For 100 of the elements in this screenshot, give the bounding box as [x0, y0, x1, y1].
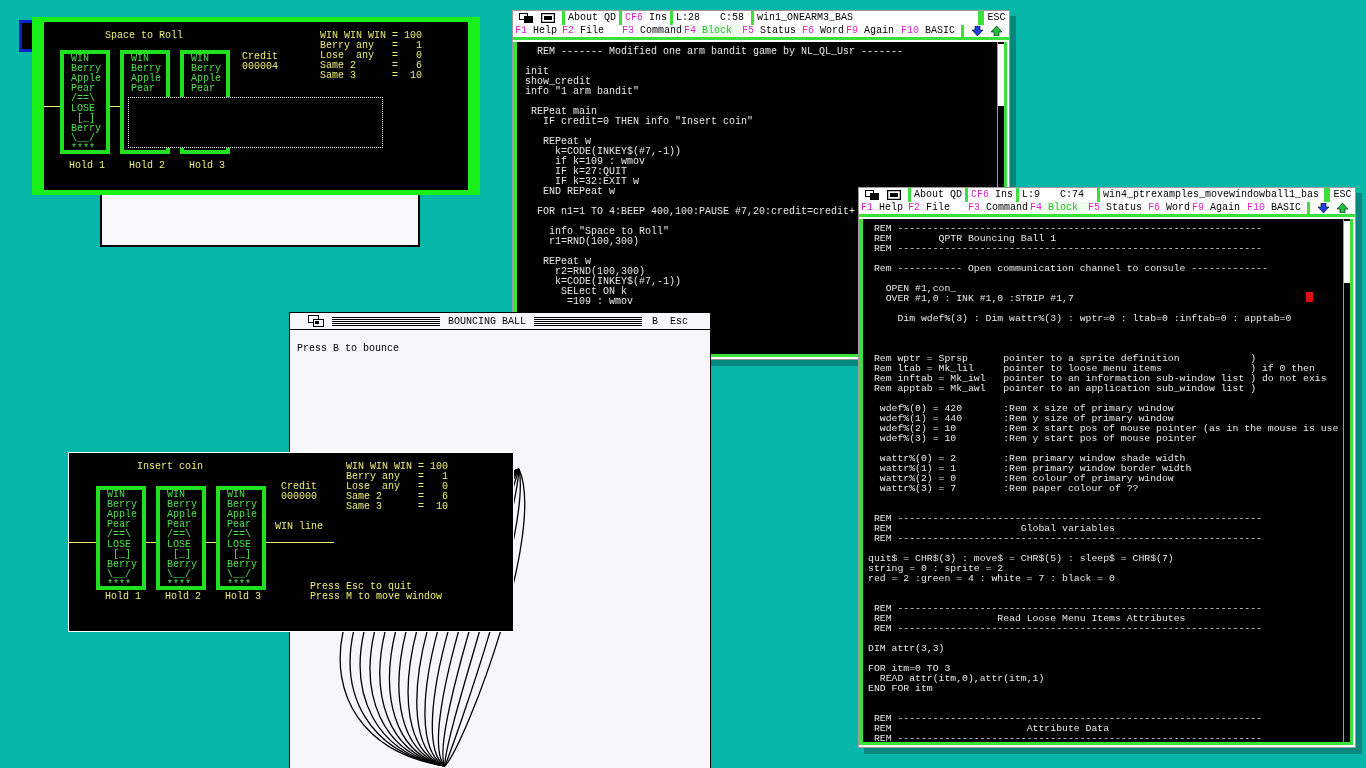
reel-symbol: [_]: [112, 550, 132, 560]
screen-icon[interactable]: [887, 190, 901, 200]
instruction-text: Press Esc to quit: [310, 582, 413, 592]
payout-row: Berry any = 1: [320, 41, 423, 51]
code-line: string = 0 : sprite = 2: [868, 564, 1004, 574]
file-name: win4_ptrexamples_movewindowball1_bas: [1100, 188, 1327, 202]
about-button[interactable]: About QD: [565, 11, 622, 25]
code-line: REM ------- Modified one arm bandit game by NL_QL_Usr -------: [536, 47, 904, 57]
code-line: IF k=27:QUIT: [554, 167, 628, 177]
payout-row: Lose any = 0: [346, 482, 449, 492]
key-button[interactable]: Esc: [668, 315, 691, 327]
code-line: wdef%(2) = 10 :Rem x start pos of mouse pointer (as in the mouse is use: [878, 424, 1339, 434]
key-button[interactable]: B: [650, 315, 661, 327]
reel-symbol: Apple: [131, 74, 162, 84]
reel-symbol: \__/: [167, 570, 191, 580]
code-line: REM --------------------------------------------------------------: [872, 514, 1262, 524]
code-line: OPEN #1,con_: [884, 284, 957, 294]
reel-symbol: Berry: [227, 500, 258, 510]
hold-button[interactable]: Hold 1: [69, 161, 105, 171]
reel-symbol: WIN: [107, 490, 126, 500]
scrollbar-thumb[interactable]: [998, 44, 1004, 106]
file-name: win1_ONEARM3_BAS: [754, 11, 981, 25]
code-line: Rem ----------- Open communication channel to consule -------------: [872, 264, 1268, 274]
code-line: init: [525, 67, 549, 77]
code-line: wdef%(1) = 440 :Rem y size of primary window: [878, 414, 1174, 424]
payout-row: Same 3 = 10: [346, 502, 449, 512]
status-text: Insert coin: [137, 462, 203, 472]
reel-symbol: [_]: [232, 550, 252, 560]
reel-symbol: Berry: [107, 500, 138, 510]
reel-symbol: Berry: [167, 500, 198, 510]
reel-symbol: [_]: [76, 114, 96, 124]
insert-mode-toggle[interactable]: CF6 Ins: [622, 11, 674, 25]
reel-symbol: WIN: [131, 54, 150, 64]
hold-button[interactable]: Hold 3: [225, 592, 261, 602]
code-line: REM --------------------------------------------------------------: [872, 224, 1262, 234]
window-stack-icon[interactable]: [308, 315, 324, 327]
code-line: quit$ = CHR$(3) : move$ = CHR$(5) : sleep$ = CHR$(7): [868, 554, 1174, 564]
reel-symbol: Pear: [191, 84, 215, 94]
code-line: REM --------------------------------------------------------------: [872, 714, 1262, 724]
line-number: L:28: [676, 11, 701, 25]
instruction-text: Press B to bounce: [297, 343, 400, 354]
code-line: SELect ON k: [561, 287, 628, 297]
code-line: wattr%(3) = 7 :Rem paper colour of ??: [878, 484, 1139, 494]
screen-icon[interactable]: [541, 13, 555, 23]
reel-symbol: Pear: [227, 520, 251, 530]
code-line: =109 : wmov: [566, 297, 634, 307]
code-line: REM --------------------------------------------------------------: [872, 624, 1262, 634]
reel-symbol: Berry: [71, 64, 102, 74]
menu-item[interactable]: F4 Block: [684, 25, 742, 37]
about-button[interactable]: About QD: [911, 188, 968, 202]
reel-symbol: Apple: [71, 74, 102, 84]
reel-symbol: Apple: [167, 510, 198, 520]
reel-symbol: \__/: [71, 134, 95, 144]
down-arrow-icon[interactable]: [972, 26, 983, 36]
reel-symbol: \__/: [107, 570, 131, 580]
code-line: REM --------------------------------------------------------------: [872, 734, 1262, 742]
code-line: REM Read Loose Menu Items Attributes: [872, 614, 1186, 624]
reel-symbol: Berry: [167, 560, 198, 570]
reel-symbol: [_]: [172, 550, 192, 560]
down-arrow-icon[interactable]: [1318, 203, 1329, 213]
code-line: show_credit: [525, 77, 591, 87]
hold-button[interactable]: Hold 3: [189, 161, 225, 171]
code-line: END REPeat w: [542, 187, 615, 197]
reel-symbol: LOSE: [167, 540, 192, 550]
code-line: REPeat main: [530, 107, 597, 117]
payout-row: Same 2 = 6: [346, 492, 449, 502]
hold-button[interactable]: Hold 1: [105, 592, 141, 602]
insert-mode-toggle[interactable]: CF6 Ins: [968, 188, 1020, 202]
code-line: REPeat w: [542, 137, 591, 147]
code-line: wdef%(3) = 10 :Rem y start pos of mouse pointer: [878, 434, 1198, 444]
code-line: red = 2 :green = 4 : white = 7 : black = 0: [868, 574, 1115, 584]
menu-item[interactable]: F4 Block: [1030, 202, 1088, 214]
reel-symbol: Berry: [107, 560, 138, 570]
window-stack-icon[interactable]: [519, 13, 533, 23]
up-arrow-icon[interactable]: [991, 26, 1002, 36]
code-line: k=CODE(INKEY$(#7,-1)): [554, 147, 682, 157]
reel-symbol: LOSE: [107, 540, 132, 550]
window-stack-icon[interactable]: [865, 190, 879, 200]
reel-symbol: WIN: [191, 54, 210, 64]
code-line: DIM attr(3,3): [868, 644, 945, 654]
reel-symbol: ****: [167, 580, 192, 590]
reel-symbol: WIN: [227, 490, 246, 500]
code-line: if k=109 : wmov: [554, 157, 646, 167]
reel-symbol: WIN: [167, 490, 186, 500]
up-arrow-icon[interactable]: [1337, 203, 1348, 213]
scrollbar-thumb[interactable]: [1344, 221, 1350, 283]
hold-button[interactable]: Hold 2: [165, 592, 201, 602]
code-line: Dim wdef%(3) : Dim wattr%(3) : wptr=0 : ltab=0 :inftab=0 : apptab=0: [896, 314, 1292, 324]
hold-button[interactable]: Hold 2: [129, 161, 165, 171]
code-line: IF k=32:EXIT w: [554, 177, 640, 187]
instruction-text: Press M to move window: [310, 592, 443, 602]
reel-symbol: Pear: [107, 520, 131, 530]
reel-symbol: WIN: [71, 54, 90, 64]
code-line: REM --------------------------------------------------------------: [872, 244, 1262, 254]
reel-symbol: Apple: [107, 510, 138, 520]
reel-symbol: Pear: [167, 520, 191, 530]
credit-label: Credit: [281, 482, 317, 492]
line-number: L:9: [1022, 188, 1041, 202]
code-line: REM Global variables: [872, 524, 1115, 534]
column-number: C:58: [720, 11, 745, 25]
